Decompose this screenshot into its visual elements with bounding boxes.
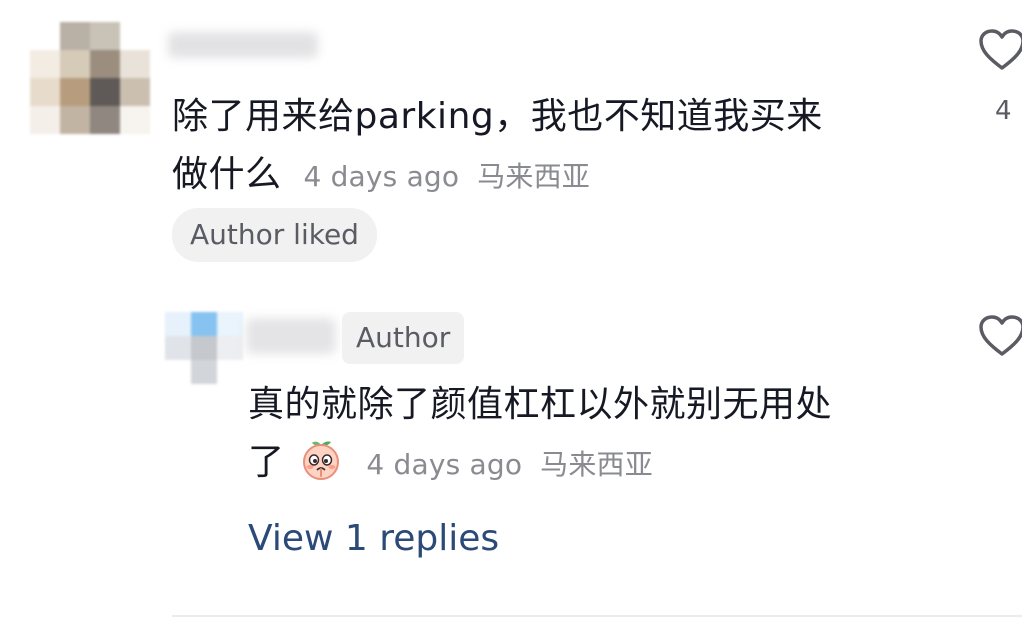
comment-text: 除了用来给parking，我也不知道我买来 做什么 4 days ago 马来西… xyxy=(172,88,932,206)
reply-text: 真的就除了颜值杠杠以外就别无用处 了 4 days ago 马来西亚 xyxy=(248,376,948,494)
reply-time: 4 days ago xyxy=(366,448,523,481)
username-redacted[interactable] xyxy=(168,32,318,58)
peach-emoji-icon xyxy=(298,436,344,482)
reply-avatar[interactable] xyxy=(165,312,243,384)
comment-text-line-2: 做什么 4 days ago 马来西亚 xyxy=(172,146,932,206)
view-replies-button[interactable]: View 1 replies xyxy=(248,518,499,559)
reply-text-line-1: 真的就除了颜值杠杠以外就别无用处 xyxy=(248,384,833,425)
heart-outline-icon xyxy=(979,315,1022,356)
reply-username-redacted[interactable] xyxy=(246,318,336,354)
reply-like-button[interactable] xyxy=(978,314,1022,366)
comment-text-line-1: 除了用来给parking，我也不知道我买来 xyxy=(172,96,823,137)
divider xyxy=(172,615,1022,617)
author-liked-badge: Author liked xyxy=(172,208,377,262)
reply-text-line-2: 了 4 days ago 马来西亚 xyxy=(248,434,948,494)
reply-text-line-2-content: 了 xyxy=(248,442,285,483)
comment-location: 马来西亚 xyxy=(477,160,591,193)
like-count: 4 xyxy=(995,96,1012,126)
comment-time: 4 days ago xyxy=(303,160,460,193)
author-tag: Author xyxy=(342,312,465,364)
avatar[interactable] xyxy=(30,22,150,134)
heart-outline-icon xyxy=(979,29,1022,70)
reply-location: 马来西亚 xyxy=(540,448,653,481)
comment-text-line-2-content: 做什么 xyxy=(172,154,282,195)
like-button[interactable] xyxy=(978,28,1022,80)
